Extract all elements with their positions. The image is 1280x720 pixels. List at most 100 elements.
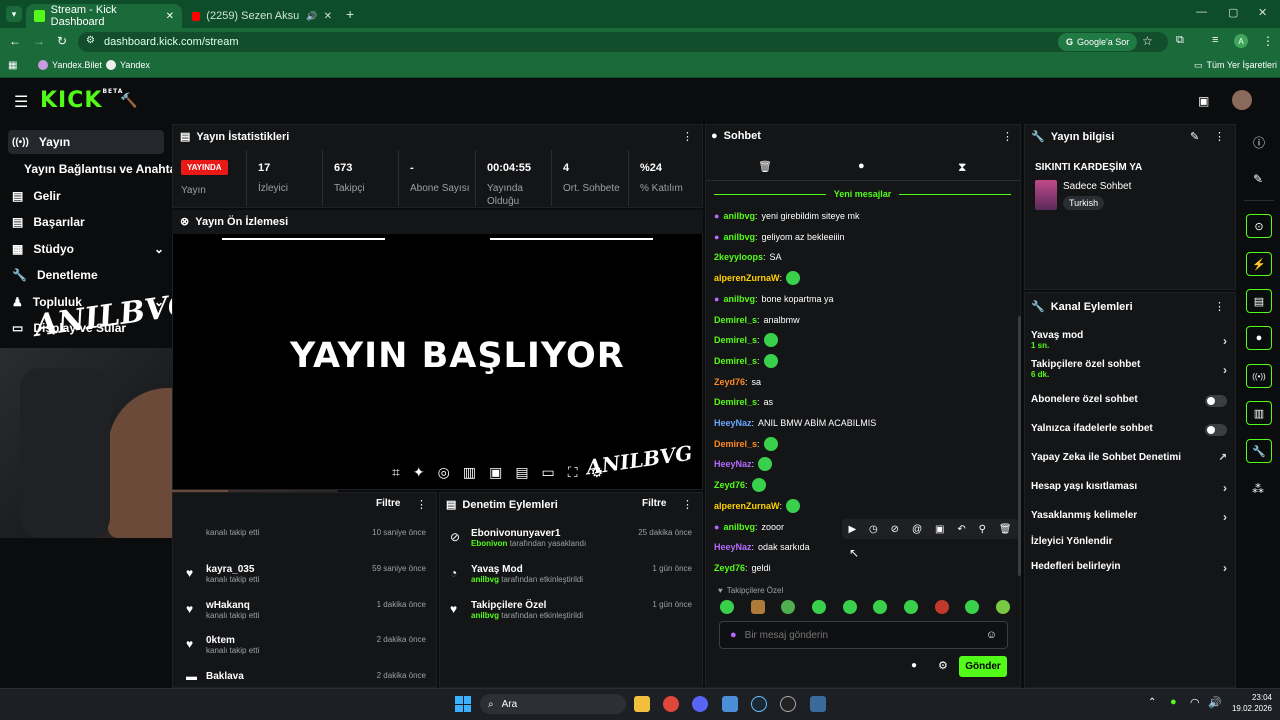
taskbar-search[interactable]: ⌕ Ara bbox=[480, 694, 626, 714]
emote-icon[interactable] bbox=[903, 600, 918, 614]
task-manager-icon[interactable] bbox=[810, 696, 826, 712]
chat-username[interactable]: Demirel_s bbox=[714, 439, 757, 449]
subscribers-only-toggle[interactable] bbox=[1205, 395, 1227, 407]
tools-icon[interactable]: 🔨 bbox=[120, 92, 137, 109]
panel-menu-icon[interactable]: ⋮ bbox=[1002, 130, 1013, 143]
action-account-age[interactable]: Hesap yaşı kısıtlaması › bbox=[1031, 481, 1227, 495]
emote-icon[interactable] bbox=[842, 600, 857, 614]
kick-logo[interactable]: KICKBETA bbox=[40, 88, 123, 113]
sidebar-item-revenue[interactable]: ▤ Gelir bbox=[8, 184, 164, 208]
chat-message[interactable]: HeeyNaz: odak sarkıda bbox=[714, 539, 810, 555]
steam-icon[interactable] bbox=[751, 696, 767, 712]
chat-username[interactable]: anilbvg bbox=[723, 522, 755, 532]
mention-icon[interactable]: @ bbox=[912, 524, 922, 535]
reading-list-icon[interactable]: ≡ bbox=[1212, 34, 1218, 46]
pip-icon[interactable]: ▣ bbox=[489, 464, 502, 481]
chat-message[interactable]: alperenZurnaW: bbox=[714, 270, 801, 286]
copy-icon[interactable]: ▣ bbox=[935, 524, 944, 535]
info-icon[interactable]: ⓘ bbox=[1253, 134, 1265, 151]
rail-lightning-icon[interactable]: ⚡ bbox=[1246, 252, 1272, 276]
emoji-picker-icon[interactable]: ☺ bbox=[986, 629, 997, 641]
chat-message[interactable]: 2keyyloops: SA bbox=[714, 249, 782, 265]
chat-message[interactable]: Demirel_s: bbox=[714, 353, 778, 369]
replay-icon[interactable]: ◎ bbox=[438, 464, 450, 481]
chat-username[interactable]: Demirel_s bbox=[714, 335, 757, 345]
chat-username[interactable]: HeeyNaz bbox=[714, 418, 752, 428]
chat-username[interactable]: Demirel_s bbox=[714, 356, 757, 366]
panel-menu-icon[interactable]: ⋮ bbox=[682, 498, 693, 511]
chat-message[interactable]: Demirel_s: bbox=[714, 332, 778, 348]
fullscreen-icon[interactable]: ⛶ bbox=[568, 464, 578, 481]
sidebar-item-stream-key[interactable]: Yayın Bağlantısı ve Anahtarı bbox=[20, 157, 184, 181]
edit-icon[interactable]: ✎ bbox=[1253, 172, 1263, 186]
chat-username[interactable]: HeeyNaz bbox=[714, 542, 752, 552]
chat-message[interactable]: Demirel_s: analbmw bbox=[714, 312, 800, 328]
chat-message[interactable]: ● anilbvg: zooor bbox=[714, 519, 784, 535]
close-icon[interactable]: ✕ bbox=[324, 11, 332, 22]
chat-username[interactable]: alperenZurnaW bbox=[714, 273, 780, 283]
activity-filter-button[interactable]: Filtre bbox=[376, 498, 400, 509]
chat-message[interactable]: ● anilbvg: geliyom az bekleeiiin bbox=[714, 229, 845, 245]
maximize-button[interactable]: ▢ bbox=[1228, 6, 1238, 19]
emote-icon[interactable] bbox=[781, 600, 796, 614]
forward-icon[interactable]: → bbox=[33, 34, 45, 48]
theater-icon[interactable]: ▭ bbox=[542, 464, 555, 481]
undo-icon[interactable]: ↶ bbox=[957, 524, 965, 535]
chat-message[interactable]: ● anilbvg: yeni girebildim siteye mk bbox=[714, 208, 860, 224]
app-icon[interactable] bbox=[722, 696, 738, 712]
sidebar-item-moderation[interactable]: 🔧 Denetleme bbox=[8, 263, 164, 287]
file-explorer-icon[interactable] bbox=[634, 696, 650, 712]
chat-message[interactable]: Zeyd76: geldi bbox=[714, 560, 771, 576]
settings-icon[interactable]: ⚙ bbox=[591, 464, 604, 481]
site-info-icon[interactable]: ⚙ bbox=[86, 35, 95, 46]
rail-wrench-icon[interactable]: 🔧 bbox=[1246, 439, 1272, 463]
browser-menu-icon[interactable]: ⋮ bbox=[1262, 34, 1274, 48]
chat-username[interactable]: anilbvg bbox=[723, 211, 755, 221]
action-goals[interactable]: Hedefleri belirleyin › bbox=[1031, 561, 1227, 575]
bookmark-yandex-bilet[interactable]: Yandex.Bilet bbox=[38, 60, 102, 70]
stats-icon[interactable]: ▥ bbox=[463, 464, 476, 481]
chat-message[interactable]: HeeyNaz: bbox=[714, 456, 773, 472]
bookmark-yandex[interactable]: Yandex bbox=[106, 60, 150, 70]
tray-chevron-icon[interactable]: ⌃ bbox=[1148, 697, 1156, 708]
chat-message-field[interactable] bbox=[744, 629, 978, 641]
chat-message[interactable]: ● anilbvg: bone kopartma ya bbox=[714, 291, 834, 307]
rail-target-icon[interactable]: ⊙ bbox=[1246, 214, 1272, 238]
chat-username[interactable]: anilbvg bbox=[723, 232, 755, 242]
profile-avatar[interactable]: A bbox=[1234, 34, 1248, 48]
play-icon[interactable]: ▶ bbox=[848, 524, 856, 535]
emote-icon[interactable] bbox=[995, 600, 1010, 614]
send-button[interactable]: Gönder bbox=[959, 656, 1007, 677]
action-emotes-only[interactable]: Yalnızca ifadelerle sohbet bbox=[1031, 423, 1227, 436]
chat-input[interactable]: ● ☺ bbox=[719, 621, 1008, 649]
chat-username[interactable]: anilbvg bbox=[723, 294, 755, 304]
hamburger-menu-icon[interactable]: ☰ bbox=[14, 92, 28, 112]
chat-username[interactable]: Zeyd76 bbox=[714, 377, 745, 387]
delete-icon[interactable]: 🗑 bbox=[999, 524, 1012, 535]
rail-doc-icon[interactable]: ▤ bbox=[1246, 289, 1272, 313]
audio-icon[interactable]: 🔊 bbox=[306, 11, 317, 22]
pin-icon[interactable]: ⚲ bbox=[979, 524, 986, 535]
wifi-icon[interactable]: ◠ bbox=[1190, 696, 1200, 709]
sparkle-icon[interactable]: ✦ bbox=[413, 464, 425, 481]
emotes-only-toggle[interactable] bbox=[1205, 424, 1227, 436]
chat-bubble-icon[interactable]: ● bbox=[911, 660, 917, 671]
apps-grid-icon[interactable]: ▦ bbox=[8, 60, 17, 71]
chat-message[interactable]: Demirel_s: as bbox=[714, 394, 773, 410]
chat-username[interactable]: 2keyyloops bbox=[714, 252, 763, 262]
chat-username[interactable]: Demirel_s bbox=[714, 315, 757, 325]
panel-menu-icon[interactable]: ⋮ bbox=[682, 130, 693, 143]
chat-username[interactable]: Zeyd76 bbox=[714, 480, 745, 490]
mic-tray-icon[interactable]: ● bbox=[1170, 696, 1177, 708]
rail-chat-icon[interactable]: ● bbox=[1246, 326, 1272, 350]
action-ai-moderation[interactable]: Yapay Zeka ile Sohbet Denetimi ↗ bbox=[1031, 452, 1227, 463]
close-icon[interactable]: ✕ bbox=[166, 11, 174, 22]
obs-icon[interactable] bbox=[780, 696, 796, 712]
extensions-icon[interactable]: ⧉ bbox=[1176, 34, 1184, 47]
new-tab-button[interactable]: + bbox=[346, 6, 354, 22]
chrome-icon[interactable] bbox=[663, 696, 679, 712]
emote-icon[interactable] bbox=[811, 600, 826, 614]
camera-icon[interactable]: ▣ bbox=[1198, 94, 1209, 108]
chat-message[interactable]: HeeyNaz: ANIL BMW ABİM ACABILMIS bbox=[714, 415, 876, 431]
chat-message[interactable]: Demirel_s: bbox=[714, 436, 778, 452]
